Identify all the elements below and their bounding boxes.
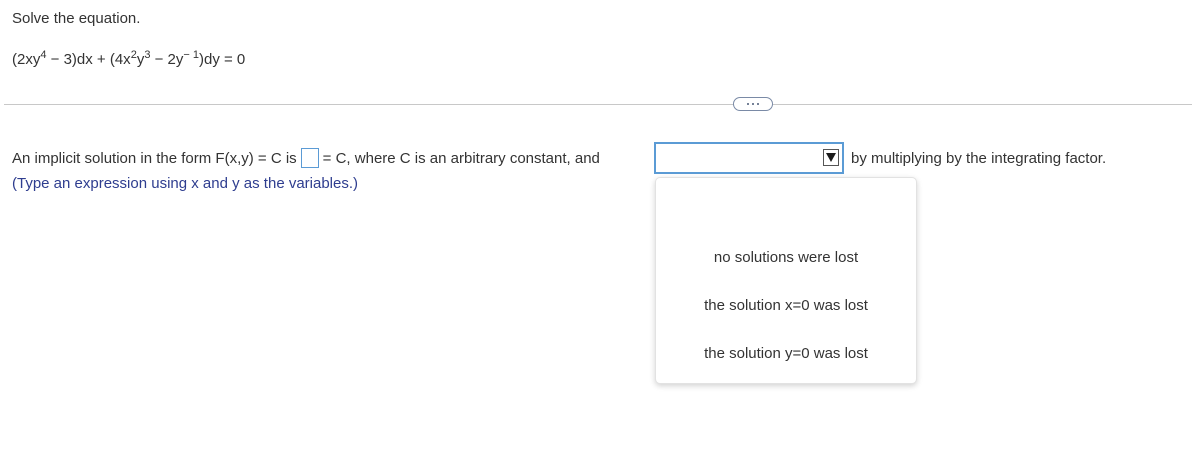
differential-equation: (2xy4 − 3)dx + (4x2y3 − 2y− 1)dy = 0: [12, 48, 245, 72]
dropdown-option-y0-lost[interactable]: the solution y=0 was lost: [656, 345, 916, 362]
answer-text-before-box: An implicit solution in the form F(x,y) …: [12, 149, 297, 167]
dropdown-option-no-solutions-lost[interactable]: no solutions were lost: [656, 249, 916, 266]
equation-part: )dy = 0: [198, 51, 246, 68]
input-hint: (Type an expression using x and y as the…: [12, 175, 359, 192]
equation-part: − 3)dx + (4x: [46, 51, 131, 68]
triangle-down-icon[interactable]: [823, 149, 839, 166]
equation-part: (2xy: [12, 51, 41, 68]
triangle-down-icon-shape: [826, 153, 836, 162]
more-dots-icon: [752, 103, 754, 105]
dropdown-option-x0-lost[interactable]: the solution x=0 was lost: [656, 297, 916, 314]
question-prompt: Solve the equation.: [12, 10, 141, 27]
answer-statement: An implicit solution in the form F(x,y) …: [12, 143, 600, 173]
equation-exponent: − 1: [183, 49, 199, 61]
answer-text-after-select: by multiplying by the integrating factor…: [851, 149, 1107, 167]
more-dots-icon: [757, 103, 759, 105]
lost-solution-select[interactable]: [654, 142, 844, 174]
section-divider: [4, 104, 1192, 105]
answer-text-after-box: = C, where C is an arbitrary constant, a…: [322, 149, 600, 167]
equation-part: − 2y: [150, 51, 184, 68]
implicit-solution-input[interactable]: [300, 148, 319, 168]
more-dots-button[interactable]: [733, 97, 773, 111]
lost-solution-dropdown-menu: no solutions were lost the solution x=0 …: [655, 177, 917, 384]
more-dots-icon: [747, 103, 749, 105]
